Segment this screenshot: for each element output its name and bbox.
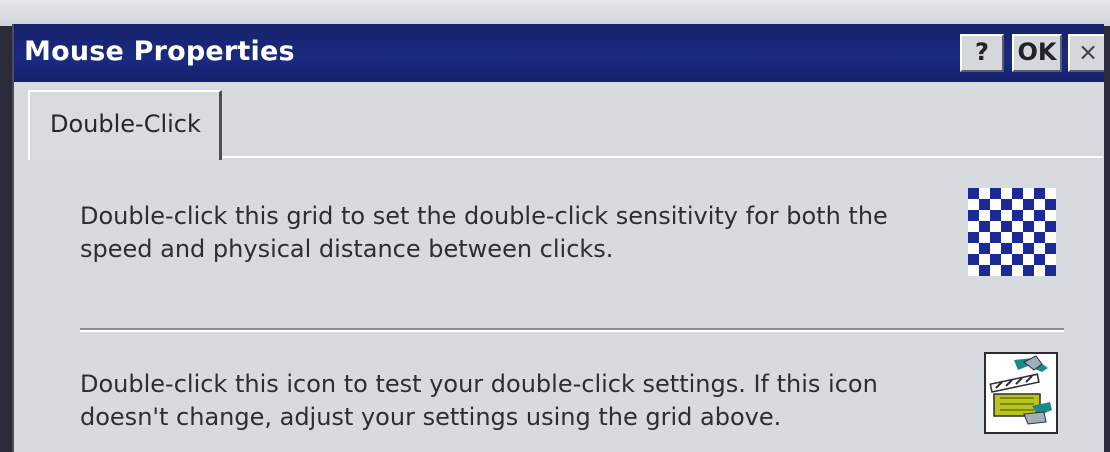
ok-button[interactable]: OK (1012, 34, 1062, 72)
tab-baseline (223, 156, 1103, 158)
screen-top-edge (0, 0, 1110, 26)
help-button[interactable]: ? (960, 34, 1004, 72)
test-description: Double-click this icon to test your doub… (80, 370, 878, 431)
close-button[interactable]: × (1068, 34, 1104, 72)
checkerboard-grid-icon[interactable] (968, 188, 1056, 276)
tab-label: Double-Click (50, 110, 201, 138)
mouse-properties-window: Mouse Properties ? OK × Double-Click Dou… (12, 24, 1104, 452)
section-divider (80, 328, 1064, 332)
clapperboard-icon[interactable] (984, 352, 1058, 434)
grid-description: Double-click this grid to set the double… (80, 202, 888, 263)
double-click-panel: Double-click this grid to set the double… (14, 160, 1104, 452)
tab-double-click[interactable]: Double-Click (28, 90, 222, 160)
title-bar: Mouse Properties ? OK × (14, 24, 1104, 82)
tab-strip: Double-Click (14, 82, 1104, 164)
window-title: Mouse Properties (24, 36, 295, 67)
